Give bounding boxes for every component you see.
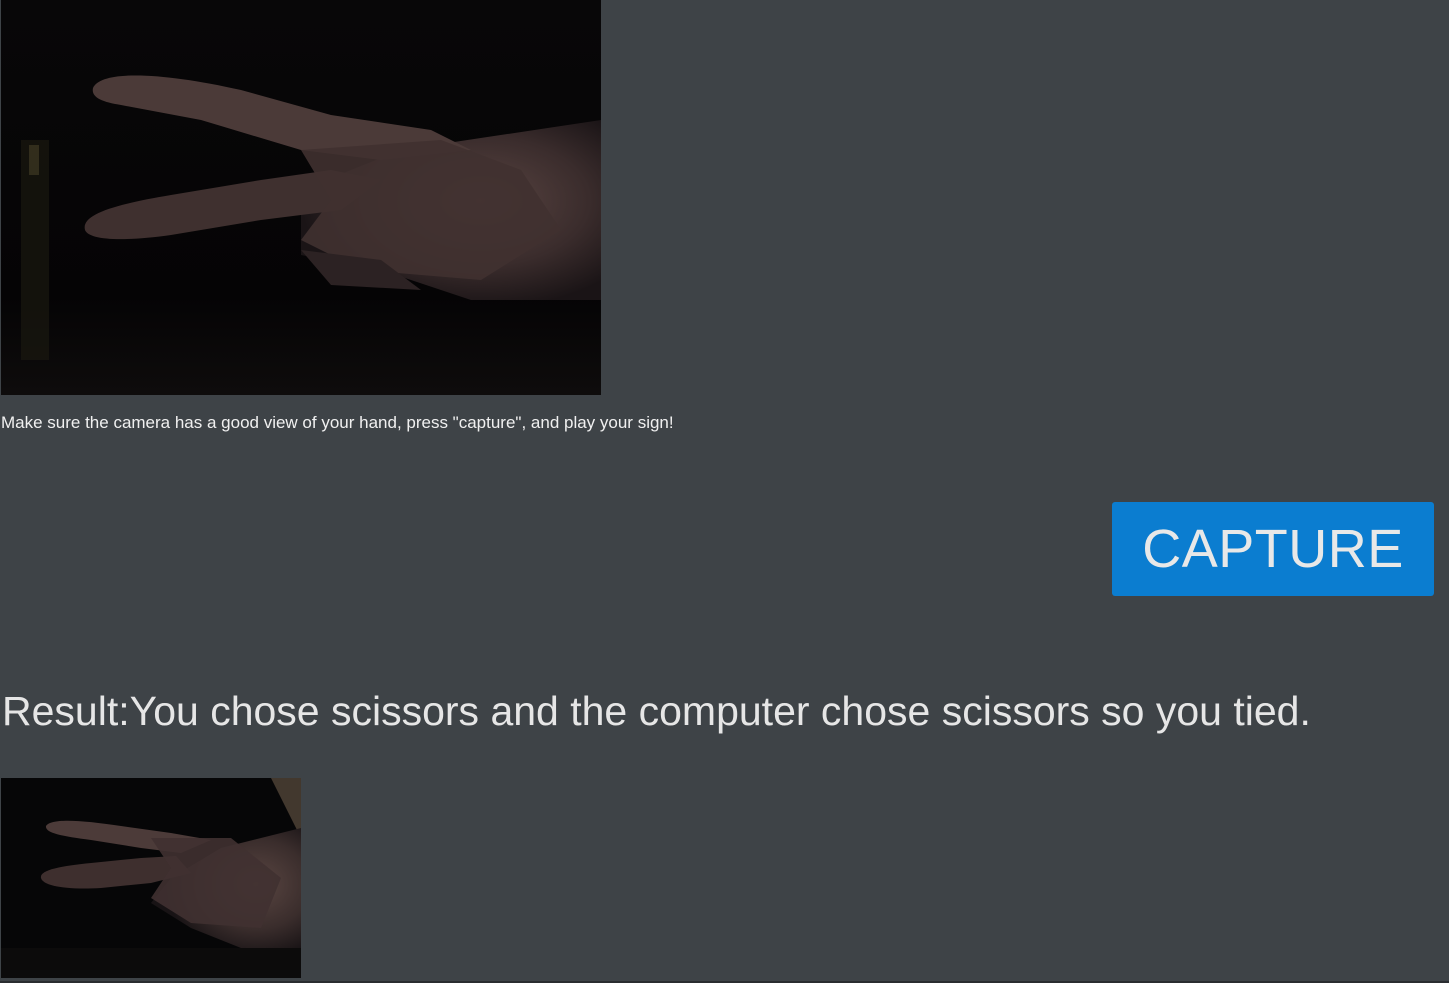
instructions-text: Make sure the camera has a good view of … <box>1 413 674 432</box>
captured-image <box>1 778 301 978</box>
captured-hand-image <box>1 778 301 978</box>
result-label: Result: <box>2 688 130 734</box>
capture-button[interactable]: CAPTURE <box>1112 502 1434 596</box>
result-message: You chose scissors and the computer chos… <box>129 688 1311 734</box>
hand-image <box>1 0 601 395</box>
result-text: Result:You chose scissors and the comput… <box>2 686 1311 736</box>
camera-video-feed <box>1 0 601 395</box>
